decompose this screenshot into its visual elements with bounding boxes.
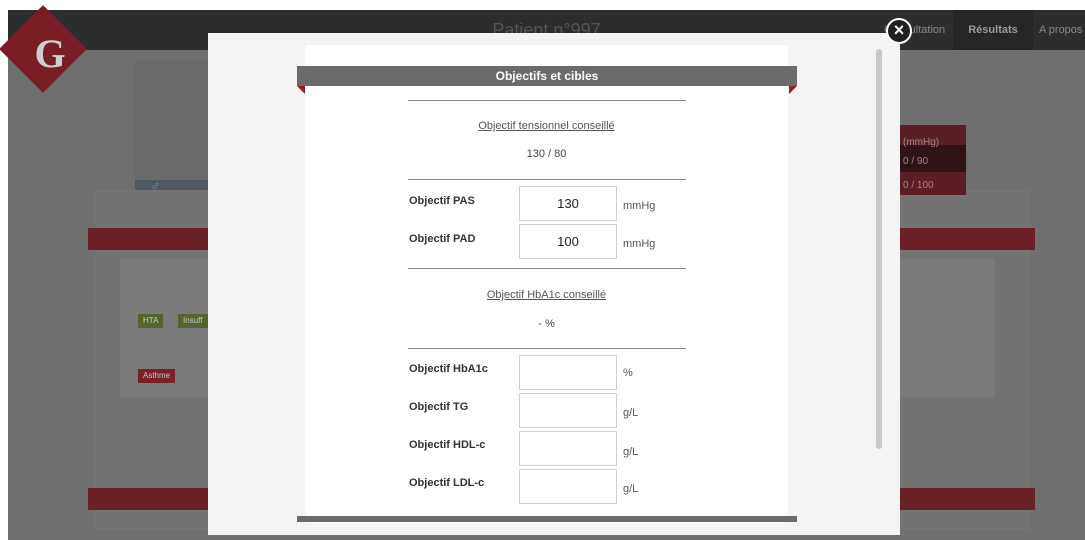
- ldl-input[interactable]: [519, 469, 617, 504]
- bp-unit-label: (mmHg): [903, 137, 940, 148]
- hba1c-input[interactable]: [519, 355, 617, 390]
- tag-hta: HTA: [138, 314, 164, 328]
- field-label-ldl: Objectif LDL-c: [409, 477, 485, 489]
- divider: [408, 179, 686, 180]
- modal-footer-bar: [297, 516, 797, 522]
- header-fold-left: [297, 86, 305, 94]
- field-unit-hdl: g/L: [623, 446, 639, 458]
- bp-recommend-label: Objectif tensionnel conseillé: [478, 120, 615, 132]
- field-unit-ldl: g/L: [623, 483, 639, 495]
- bp-value-2: 0 / 100: [903, 180, 934, 191]
- field-label-pas: Objectif PAS: [409, 195, 475, 207]
- tg-input[interactable]: [519, 393, 617, 428]
- field-unit-tg: g/L: [623, 407, 639, 419]
- hba1c-recommend-label: Objectif HbA1c conseillé: [486, 289, 607, 301]
- background-ribbon-right-2: [900, 488, 1035, 510]
- field-label-tg: Objectif TG: [409, 401, 469, 413]
- field-unit-hba1c: %: [623, 367, 633, 379]
- background-ribbon-left: [88, 228, 208, 250]
- field-label-hdl: Objectif HDL-c: [409, 439, 486, 451]
- field-label-hba1c: Objectif HbA1c: [409, 363, 488, 375]
- tag-insuff: Insuff: [178, 314, 210, 328]
- modal-scrollbar[interactable]: [876, 49, 882, 449]
- hba1c-recommend-value: - %: [538, 318, 555, 330]
- hdl-input[interactable]: [519, 431, 617, 466]
- background-ribbon-left-2: [88, 488, 208, 510]
- close-icon[interactable]: ×: [886, 18, 912, 44]
- tag-asthme: Asthme: [138, 369, 176, 383]
- nav-a-propos[interactable]: A propos: [1039, 10, 1082, 50]
- modal-header: Objectifs et cibles: [297, 66, 797, 86]
- field-label-pad: Objectif PAD: [409, 233, 476, 245]
- header-fold-right: [789, 86, 797, 94]
- bp-recommend-value: 130 / 80: [526, 148, 567, 160]
- pad-input[interactable]: [519, 224, 617, 259]
- pas-input[interactable]: [519, 186, 617, 221]
- background-ribbon-right: [900, 228, 1035, 250]
- nav-resultats[interactable]: Résultats: [953, 10, 1033, 50]
- divider: [408, 100, 686, 101]
- field-unit-pad: mmHg: [623, 238, 656, 250]
- bp-value-1: 0 / 90: [903, 156, 929, 167]
- divider: [408, 268, 686, 269]
- field-unit-pas: mmHg: [623, 200, 656, 212]
- logo-letter: G: [34, 31, 66, 76]
- divider: [408, 348, 686, 349]
